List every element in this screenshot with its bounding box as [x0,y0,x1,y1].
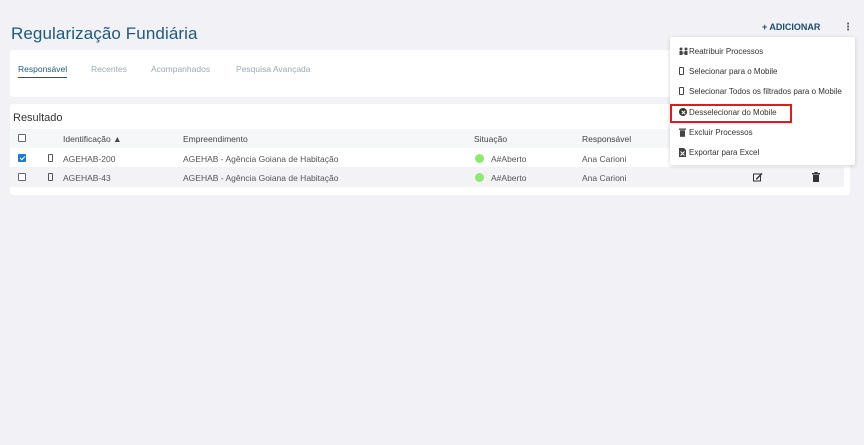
row-checkbox[interactable] [18,154,26,162]
highlight-box [670,104,792,123]
mobile-icon [48,154,53,162]
row-responsavel: Ana Carioni [582,154,627,164]
add-button[interactable]: + ADICIONAR [762,22,820,32]
row-situacao: A#Aberto [491,173,527,183]
reassign-icon [679,47,688,56]
menu-item-label: Selecionar Todos os filtrados para o Mob… [689,87,842,96]
menu-item-reatribuir-processos[interactable]: Reatribuir Processos [670,42,855,61]
row-identificacao[interactable]: AGEHAB-200 [63,154,115,164]
row-responsavel: Ana Carioni [582,173,627,183]
row-identificacao[interactable]: AGEHAB-43 [63,173,111,183]
trash-icon [679,128,687,137]
menu-item-label: Selecionar para o Mobile [689,67,778,76]
status-dot [475,154,484,163]
tab-acompanhados[interactable]: Acompanhados [151,64,210,74]
menu-item-excluir-processos[interactable]: Excluir Processos [670,123,855,142]
mobile-icon [679,67,684,75]
column-empreendimento[interactable]: Empreendimento [183,134,248,144]
status-dot [475,173,484,182]
column-situacao[interactable]: Situação [474,134,507,144]
row-checkbox[interactable] [18,173,26,181]
menu-item-label: Exportar para Excel [689,148,760,157]
tab-responsavel[interactable]: Responsável [18,64,68,78]
select-all-checkbox[interactable] [18,134,26,142]
column-responsavel[interactable]: Responsável [582,134,631,144]
result-title: Resultado [13,112,63,124]
menu-item-label: Excluir Processos [689,128,753,137]
file-excel-icon [679,148,687,157]
table-row[interactable]: AGEHAB-43 AGEHAB - Agência Goiana de Hab… [10,167,844,187]
mobile-icon [679,87,684,95]
row-situacao: A#Aberto [491,154,527,164]
mobile-icon [48,173,53,181]
column-identificacao[interactable]: Identificação ▲ [63,134,122,144]
menu-item-selecionar-todos-mobile[interactable]: Selecionar Todos os filtrados para o Mob… [670,82,855,101]
edit-icon[interactable] [753,172,763,184]
page-title: Regularização Fundiária [11,24,198,43]
menu-item-exportar-excel[interactable]: Exportar para Excel [670,143,855,162]
row-empreendimento: AGEHAB - Agência Goiana de Habitação [183,154,339,164]
row-empreendimento: AGEHAB - Agência Goiana de Habitação [183,173,339,183]
menu-item-selecionar-mobile[interactable]: Selecionar para o Mobile [670,62,855,81]
actions-dropdown-menu: Reatribuir Processos Selecionar para o M… [670,37,855,165]
tab-recentes[interactable]: Recentes [91,64,127,74]
trash-icon[interactable] [812,172,820,184]
menu-item-label: Reatribuir Processos [689,47,764,56]
more-options-icon[interactable]: ⋮ [843,22,853,33]
tab-pesquisa-avancada[interactable]: Pesquisa Avançada [236,64,311,74]
